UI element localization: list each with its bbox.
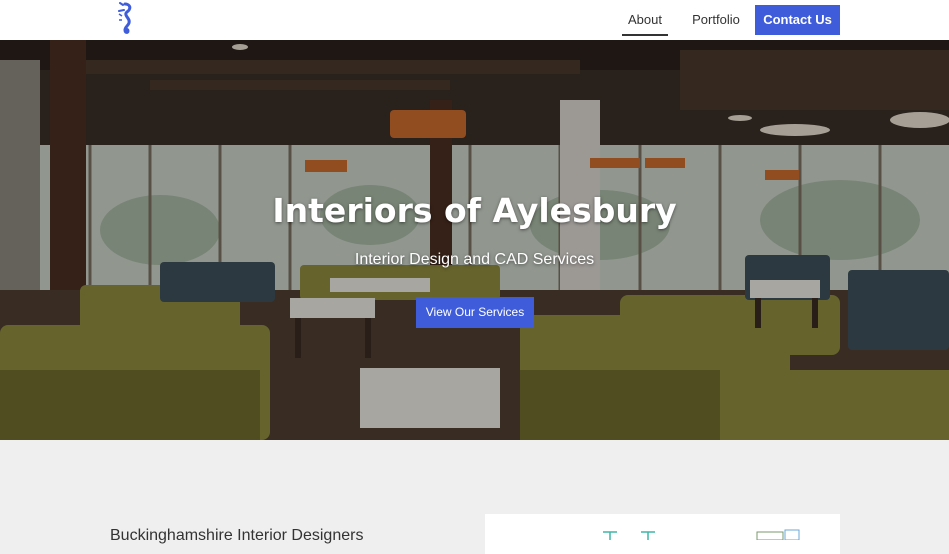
hero-title: Interiors of Aylesbury [272, 191, 677, 230]
contact-us-button[interactable]: Contact Us [755, 5, 840, 35]
hero-banner: Interiors of Aylesbury Interior Design a… [0, 40, 949, 440]
view-services-button[interactable]: View Our Services [416, 297, 534, 328]
cad-drawing-image [485, 514, 840, 554]
section-heading: Buckinghamshire Interior Designers [110, 527, 364, 544]
hero-overlay [0, 40, 949, 440]
nav-portfolio[interactable]: Portfolio [690, 0, 742, 40]
seahorse-logo-icon[interactable] [114, 2, 136, 38]
nav-active-indicator [622, 34, 668, 36]
hero-subtitle: Interior Design and CAD Services [354, 251, 595, 268]
site-header: About Portfolio Contact Us [0, 0, 949, 40]
